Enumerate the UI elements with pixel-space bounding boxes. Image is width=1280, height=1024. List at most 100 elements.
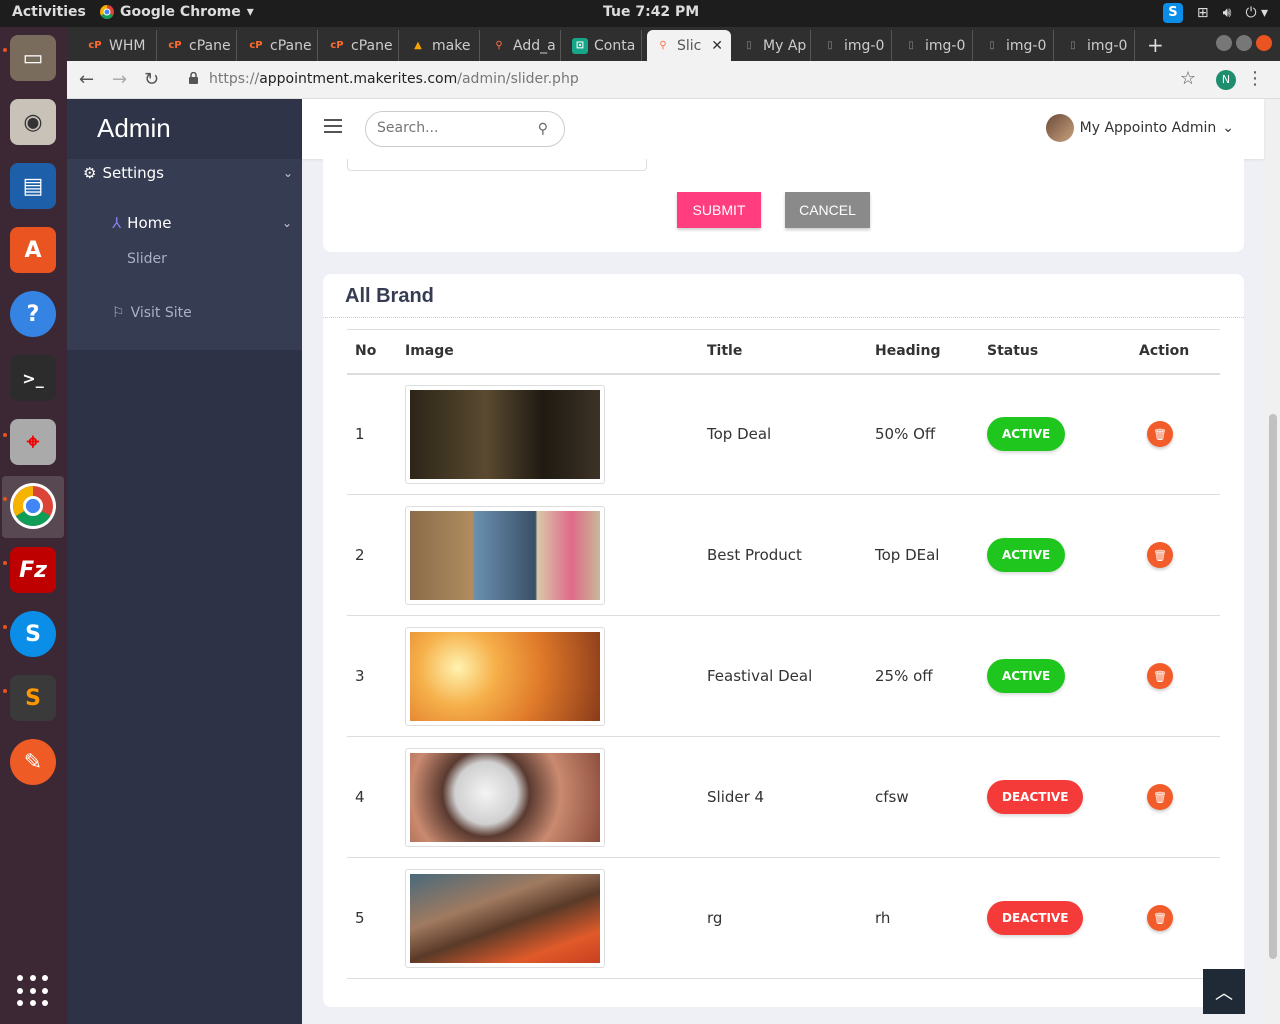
scroll-to-top-button[interactable]: ︿ <box>1203 969 1245 1014</box>
running-indicator <box>3 48 7 52</box>
user-name: My Appointo Admin <box>1079 120 1217 136</box>
tab-whm[interactable]: cP WHM <box>79 30 157 61</box>
running-indicator <box>3 497 7 501</box>
skype-icon[interactable]: S <box>10 611 56 657</box>
filezilla-icon[interactable]: Fz <box>10 547 56 593</box>
forward-icon[interactable]: → <box>112 69 127 90</box>
status-badge[interactable]: ACTIVE <box>987 417 1066 452</box>
table-header-row: No Image Title Heading Status Action <box>347 329 1220 374</box>
network-icon[interactable]: ⊞ <box>1197 5 1209 21</box>
heading-cell: cfsw <box>875 788 909 806</box>
sidebar-item-slider[interactable]: Slider <box>127 251 167 267</box>
search-input[interactable] <box>377 120 527 136</box>
tab-cpanel[interactable]: cP cPane <box>240 30 318 61</box>
clock[interactable]: Tue 7:42 PM <box>603 4 699 20</box>
sublime-icon[interactable]: S <box>10 675 56 721</box>
status-badge[interactable]: DEACTIVE <box>987 901 1084 935</box>
writer-icon[interactable]: ▤ <box>10 163 56 209</box>
title-cell: Feastival Deal <box>707 667 813 685</box>
power-icon[interactable]: ⏻ ▾ <box>1245 5 1268 21</box>
url-scheme: https:// <box>209 71 260 87</box>
slider-thumbnail <box>405 505 605 605</box>
tab-add[interactable]: ⚲ Add_a <box>483 30 561 61</box>
lock-icon[interactable] <box>189 72 198 84</box>
new-tab-icon[interactable]: + <box>1147 33 1164 57</box>
postman-icon[interactable]: ✎ <box>10 739 56 785</box>
hamburger-menu-icon[interactable] <box>324 119 342 133</box>
tab-img[interactable]: ▯ img-0 <box>814 30 892 61</box>
form-field[interactable] <box>347 159 647 171</box>
sidebar-item-home[interactable]: ⅄ Home ⌄ <box>112 211 292 235</box>
form-card: SUBMIT CANCEL <box>323 159 1244 252</box>
rhythmbox-icon[interactable]: ◉ <box>10 99 56 145</box>
delete-icon[interactable]: 🗑︎ <box>1147 905 1173 931</box>
slider-thumbnail <box>405 747 605 847</box>
tab-maker[interactable]: ▲ make <box>402 30 480 61</box>
chevron-down-icon: ⌄ <box>282 166 293 180</box>
status-badge[interactable]: DEACTIVE <box>987 780 1084 814</box>
sidebar: Admin ⚙ Settings ⌄ ⅄ Home ⌄ Slider ⚐ Vis… <box>67 99 302 1024</box>
delete-icon[interactable]: 🗑︎ <box>1147 542 1173 568</box>
files-icon[interactable]: ▭ <box>10 35 56 81</box>
bookmark-star-icon[interactable]: ☆ <box>1180 68 1196 89</box>
row-number: 5 <box>355 909 365 927</box>
tab-my-app[interactable]: ▯ My Ap <box>733 30 811 61</box>
close-tab-icon[interactable]: ✕ <box>711 38 723 54</box>
title-cell: Slider 4 <box>707 788 765 806</box>
software-center-icon[interactable]: A <box>10 227 56 273</box>
reload-icon[interactable]: ↻ <box>144 69 159 90</box>
sidebar-title: Admin <box>97 113 171 143</box>
sidebar-item-settings[interactable]: ⚙ Settings ⌄ <box>83 161 293 185</box>
chrome-icon[interactable] <box>10 483 56 529</box>
status-badge[interactable]: ACTIVE <box>987 659 1066 693</box>
sidebar-item-label: Visit Site <box>130 305 192 321</box>
status-badge[interactable]: ACTIVE <box>987 538 1066 572</box>
scrollbar-thumb[interactable] <box>1269 414 1277 959</box>
delete-icon[interactable]: 🗑︎ <box>1147 784 1173 810</box>
show-apps-icon[interactable] <box>17 975 49 1007</box>
tab-label: cPane <box>351 37 393 54</box>
action-cell: 🗑︎ <box>1131 737 1220 858</box>
tab-img[interactable]: ▯ img-0 <box>1057 30 1135 61</box>
back-icon[interactable]: ← <box>79 69 94 90</box>
close-window-icon[interactable] <box>1256 35 1272 51</box>
tab-img[interactable]: ▯ img-0 <box>976 30 1054 61</box>
running-indicator <box>3 561 7 565</box>
help-icon[interactable]: ? <box>10 291 56 337</box>
tab-contact[interactable]: ⊡ Conta <box>564 30 642 61</box>
url-path: /admin/slider.php <box>457 71 579 87</box>
chrome-menu-icon[interactable]: ⋮ <box>1246 68 1264 89</box>
user-menu[interactable]: My Appointo Admin ⌄ <box>1045 114 1234 142</box>
delete-icon[interactable]: 🗑︎ <box>1147 663 1173 689</box>
profile-avatar[interactable]: N <box>1216 70 1236 90</box>
submit-button[interactable]: SUBMIT <box>677 192 761 228</box>
url-field[interactable]: https://appointment.makerites.com/admin/… <box>209 71 579 87</box>
tab-slider-active[interactable]: ⚲ Slic ✕ <box>647 30 731 61</box>
cancel-button[interactable]: CANCEL <box>785 192 870 228</box>
page-icon: ▯ <box>827 40 833 51</box>
terminal-icon[interactable]: >_ <box>10 355 56 401</box>
running-indicator <box>3 625 7 629</box>
activities-button[interactable]: Activities <box>12 4 86 20</box>
tab-cpanel[interactable]: cP cPane <box>159 30 237 61</box>
tab-label: cPane <box>270 37 312 54</box>
skype-tray-icon[interactable]: S <box>1162 3 1183 23</box>
delete-icon[interactable]: 🗑︎ <box>1147 421 1173 448</box>
search-icon[interactable]: ⚲ <box>538 121 548 137</box>
sidebar-item-label: Home <box>127 214 172 232</box>
page-scrollbar[interactable] <box>1266 99 1280 1024</box>
tab-cpanel[interactable]: cP cPane <box>321 30 399 61</box>
tab-img[interactable]: ▯ img-0 <box>895 30 973 61</box>
volume-icon[interactable]: 🔊︎ <box>1223 5 1232 21</box>
heading-cell: Top DEal <box>875 546 940 564</box>
slider-thumbnail <box>405 384 605 484</box>
sidebar-item-visit-site[interactable]: ⚐ Visit Site <box>112 305 192 321</box>
app-menu[interactable]: Google Chrome ▾ <box>100 4 254 20</box>
row-number: 3 <box>355 667 365 685</box>
action-cell: 🗑︎ <box>1131 495 1220 616</box>
maker-icon: ▲ <box>414 40 422 51</box>
screenshot-icon[interactable]: ⌖ <box>10 419 56 465</box>
maximize-icon[interactable] <box>1236 35 1252 51</box>
minimize-icon[interactable] <box>1216 35 1232 51</box>
sitemap-icon: ⅄ <box>112 214 122 232</box>
